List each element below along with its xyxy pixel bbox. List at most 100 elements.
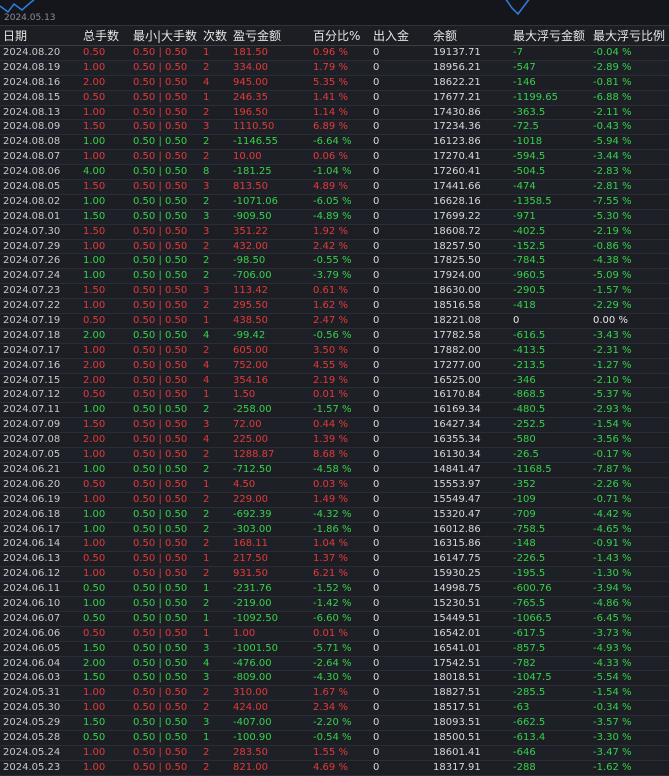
table-row[interactable]: 2024.07.30 1.50 0.50 | 0.50 3 351.22 1.92 % 0 1… bbox=[0, 225, 669, 240]
table-row[interactable]: 2024.07.05 1.00 0.50 | 0.50 2 1288.87 8.68 % 0… bbox=[0, 448, 669, 463]
cell-count: 1 bbox=[203, 91, 210, 103]
table-row[interactable]: 2024.08.08 1.00 0.50 | 0.50 2 -1146.55 -6.64 … bbox=[0, 135, 669, 151]
table-row[interactable]: 2024.06.06 0.50 0.50 | 0.50 1 1.00 0.01 % 0 165… bbox=[0, 626, 669, 642]
table-row[interactable]: 2024.08.13 1.00 0.50 | 0.50 2 196.50 1.14 % 0 1… bbox=[0, 106, 669, 121]
table-row[interactable]: 2024.05.31 1.00 0.50 | 0.50 2 310.00 1.67 % 0 1… bbox=[0, 686, 669, 702]
table-row[interactable]: 2024.07.29 1.00 0.50 | 0.50 2 432.00 2.42 % 0 1… bbox=[0, 239, 669, 255]
cell-percent: -4.32 % bbox=[313, 508, 352, 520]
table-row[interactable]: 2024.06.10 1.00 0.50 | 0.50 2 -219.00 -1.42 %… bbox=[0, 596, 669, 612]
cell-min-max-lots: 0.50 | 0.50 bbox=[133, 404, 188, 416]
table-row[interactable]: 2024.06.19 1.00 0.50 | 0.50 2 229.00 1.49 % 0 1… bbox=[0, 493, 669, 508]
table-row[interactable]: 2024.08.09 1.50 0.50 | 0.50 3 1110.50 6.89 % 0… bbox=[0, 120, 669, 136]
cell-deposit: 0 bbox=[373, 449, 380, 461]
table-row[interactable]: 2024.07.26 1.00 0.50 | 0.50 2 -98.50 -0.55 % 0… bbox=[0, 254, 669, 270]
cell-profit-loss: -1092.50 bbox=[233, 612, 278, 624]
cell-percent: 3.50 % bbox=[313, 344, 348, 356]
header-total-lots[interactable]: 总手数 bbox=[83, 27, 119, 44]
cell-profit-loss: -231.76 bbox=[233, 583, 272, 595]
table-row[interactable]: 2024.07.18 2.00 0.50 | 0.50 4 -99.42 -0.56 % 0… bbox=[0, 328, 669, 344]
table-row[interactable]: 2024.08.02 1.00 0.50 | 0.50 2 -1071.06 -6.05 … bbox=[0, 195, 669, 210]
cell-max-float-loss-amount: -290.5 bbox=[513, 285, 546, 297]
table-row[interactable]: 2024.07.09 1.50 0.50 | 0.50 3 72.00 0.44 % 0 16… bbox=[0, 418, 669, 434]
table-row[interactable]: 2024.06.20 0.50 0.50 | 0.50 1 4.50 0.03 % 0 155… bbox=[0, 477, 669, 493]
cell-profit-loss: 354.16 bbox=[233, 374, 268, 386]
cell-percent: 2.42 % bbox=[313, 240, 348, 252]
cell-max-float-loss-ratio: -0.04 % bbox=[593, 47, 632, 58]
table-row[interactable]: 2024.07.17 1.00 0.50 | 0.50 2 605.00 3.50 % 0 1… bbox=[0, 344, 669, 359]
header-deposit[interactable]: 出入金 bbox=[373, 27, 409, 44]
table-row[interactable]: 2024.07.19 0.50 0.50 | 0.50 1 438.50 2.47 % 0 1… bbox=[0, 314, 669, 329]
table-row[interactable]: 2024.08.05 1.50 0.50 | 0.50 3 813.50 4.89 % 0 1… bbox=[0, 180, 669, 195]
table-row[interactable]: 2024.07.16 2.00 0.50 | 0.50 4 752.00 4.55 % 0 1… bbox=[0, 358, 669, 374]
header-count[interactable]: 次数 bbox=[203, 27, 227, 44]
table-row[interactable]: 2024.05.24 1.00 0.50 | 0.50 2 283.50 1.55 % 0 1… bbox=[0, 745, 669, 761]
table-row[interactable]: 2024.08.19 1.00 0.50 | 0.50 2 334.00 1.79 % 0 1… bbox=[0, 60, 669, 76]
header-max-float-loss-ratio[interactable]: 最大浮亏比例 bbox=[593, 27, 665, 44]
table-row[interactable]: 2024.06.04 2.00 0.50 | 0.50 4 -476.00 -2.64 %… bbox=[0, 656, 669, 672]
table-row[interactable]: 2024.06.21 1.00 0.50 | 0.50 2 -712.50 -4.58 %… bbox=[0, 463, 669, 478]
table-row[interactable]: 2024.05.23 1.00 0.50 | 0.50 2 821.00 4.69 % 0 1… bbox=[0, 761, 669, 776]
table-row[interactable]: 2024.06.14 1.00 0.50 | 0.50 2 168.11 1.04 % 0 1… bbox=[0, 537, 669, 553]
cell-total-lots: 1.00 bbox=[83, 746, 106, 758]
table-row[interactable]: 2024.07.08 2.00 0.50 | 0.50 4 225.00 1.39 % 0 1… bbox=[0, 433, 669, 449]
cell-min-max-lots: 0.50 | 0.50 bbox=[133, 61, 188, 73]
cell-profit-loss: -809.00 bbox=[233, 672, 272, 684]
cell-percent: 0.44 % bbox=[313, 419, 348, 431]
cell-max-float-loss-ratio: -4.65 % bbox=[593, 523, 632, 535]
cell-min-max-lots: 0.50 | 0.50 bbox=[133, 210, 188, 222]
header-profit-loss[interactable]: 盈亏金额 bbox=[233, 27, 281, 44]
cell-count: 3 bbox=[203, 121, 210, 133]
table-row[interactable]: 2024.06.11 0.50 0.50 | 0.50 1 -231.76 -1.52 %… bbox=[0, 582, 669, 597]
cell-deposit: 0 bbox=[373, 210, 380, 222]
table-row[interactable]: 2024.05.29 1.50 0.50 | 0.50 3 -407.00 -2.20 %… bbox=[0, 716, 669, 731]
cell-profit-loss: -476.00 bbox=[233, 657, 272, 669]
cell-percent: -1.52 % bbox=[313, 583, 352, 595]
table-row[interactable]: 2024.05.28 0.50 0.50 | 0.50 1 -100.90 -0.54 %… bbox=[0, 731, 669, 746]
cell-min-max-lots: 0.50 | 0.50 bbox=[133, 344, 188, 356]
table-row[interactable]: 2024.08.07 1.00 0.50 | 0.50 2 10.00 0.06 % 0 17… bbox=[0, 150, 669, 166]
table-row[interactable]: 2024.08.01 1.50 0.50 | 0.50 3 -909.50 -4.89 %… bbox=[0, 209, 669, 225]
cell-count: 2 bbox=[203, 270, 210, 282]
cell-deposit: 0 bbox=[373, 702, 380, 714]
cell-deposit: 0 bbox=[373, 746, 380, 758]
cell-balance: 17234.36 bbox=[433, 121, 481, 133]
table-row[interactable]: 2024.08.15 0.50 0.50 | 0.50 1 246.35 1.41 % 0 1… bbox=[0, 90, 669, 106]
cell-count: 2 bbox=[203, 702, 210, 714]
table-row[interactable]: 2024.06.13 0.50 0.50 | 0.50 1 217.50 1.37 % 0 1… bbox=[0, 552, 669, 568]
cell-balance: 15553.97 bbox=[433, 478, 481, 490]
cell-percent: 5.35 % bbox=[313, 76, 348, 88]
header-percent[interactable]: 百分比% bbox=[313, 27, 360, 44]
header-min-max-lots[interactable]: 最小|大手数 bbox=[133, 27, 197, 44]
table-row[interactable]: 2024.06.17 1.00 0.50 | 0.50 2 -303.00 -1.86 %… bbox=[0, 523, 669, 538]
table-row[interactable]: 2024.06.12 1.00 0.50 | 0.50 2 931.50 6.21 % 0 1… bbox=[0, 567, 669, 583]
cell-min-max-lots: 0.50 | 0.50 bbox=[133, 642, 188, 654]
table-row[interactable]: 2024.08.20 0.50 0.50 | 0.50 1 181.50 0.96 % 0 1… bbox=[0, 46, 669, 61]
cell-total-lots: 2.00 bbox=[83, 359, 106, 371]
table-row[interactable]: 2024.06.05 1.50 0.50 | 0.50 3 -1001.50 -5.71 … bbox=[0, 642, 669, 657]
table-row[interactable]: 2024.07.22 1.00 0.50 | 0.50 2 295.50 1.62 % 0 1… bbox=[0, 299, 669, 315]
cell-max-float-loss-amount: -1047.5 bbox=[513, 672, 552, 684]
cell-max-float-loss-ratio: -2.29 % bbox=[593, 300, 632, 312]
table-row[interactable]: 2024.07.15 2.00 0.50 | 0.50 4 354.16 2.19 % 0 1… bbox=[0, 374, 669, 389]
table-row[interactable]: 2024.06.07 0.50 0.50 | 0.50 1 -1092.50 -6.60 … bbox=[0, 612, 669, 627]
cell-total-lots: 1.00 bbox=[83, 151, 106, 163]
cell-max-float-loss-amount: -1199.65 bbox=[513, 91, 558, 103]
table-row[interactable]: 2024.07.12 0.50 0.50 | 0.50 1 1.50 0.01 % 0 161… bbox=[0, 388, 669, 404]
cell-deposit: 0 bbox=[373, 419, 380, 431]
table-row[interactable]: 2024.05.30 1.00 0.50 | 0.50 2 424.00 2.34 % 0 1… bbox=[0, 701, 669, 717]
table-row[interactable]: 2024.06.18 1.00 0.50 | 0.50 2 -692.39 -4.32 %… bbox=[0, 507, 669, 523]
table-row[interactable]: 2024.07.24 1.00 0.50 | 0.50 2 -706.00 -3.79 %… bbox=[0, 269, 669, 285]
cell-max-float-loss-ratio: -0.17 % bbox=[593, 449, 632, 461]
table-row[interactable]: 2024.07.23 1.50 0.50 | 0.50 3 113.42 0.61 % 0 1… bbox=[0, 284, 669, 300]
cell-max-float-loss-amount: -784.5 bbox=[513, 255, 546, 267]
table-row[interactable]: 2024.07.11 1.00 0.50 | 0.50 2 -258.00 -1.57 %… bbox=[0, 403, 669, 419]
table-row[interactable]: 2024.08.16 2.00 0.50 | 0.50 4 945.00 5.35 % 0 1… bbox=[0, 76, 669, 91]
header-date[interactable]: 日期 bbox=[3, 27, 27, 44]
cell-total-lots: 1.00 bbox=[83, 538, 106, 550]
cell-deposit: 0 bbox=[373, 508, 380, 520]
header-max-float-loss-amount[interactable]: 最大浮亏金额 bbox=[513, 27, 585, 44]
cell-count: 2 bbox=[203, 240, 210, 252]
table-row[interactable]: 2024.06.03 1.50 0.50 | 0.50 3 -809.00 -4.30 %… bbox=[0, 671, 669, 687]
table-row[interactable]: 2024.08.06 4.00 0.50 | 0.50 8 -181.25 -1.04 %… bbox=[0, 165, 669, 181]
header-balance[interactable]: 余额 bbox=[433, 27, 457, 44]
